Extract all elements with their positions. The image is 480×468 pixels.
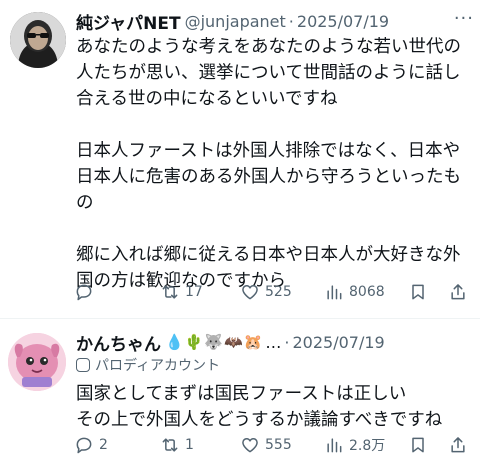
action-bar: 17 525 8068: [74, 280, 472, 304]
like-button[interactable]: 555: [240, 433, 292, 457]
repost-count: 1: [185, 437, 194, 453]
repost-icon: [162, 285, 178, 299]
reply-count: 2: [99, 437, 108, 453]
views-icon: [327, 438, 342, 453]
like-button[interactable]: 525: [240, 280, 292, 304]
share-icon: [451, 284, 465, 300]
tweet[interactable]: 純ジャパNET @junjapanet · 2025/07/19 ··· あなた…: [0, 0, 480, 318]
parody-mask-icon: [76, 358, 90, 372]
repost-button[interactable]: 17: [160, 280, 203, 304]
name-ellipsis: …: [265, 332, 282, 352]
separator: ·: [284, 332, 290, 352]
parody-label-text: パロディアカウント: [95, 358, 221, 374]
timestamp[interactable]: 2025/07/19: [292, 333, 384, 352]
repost-icon: [162, 438, 178, 452]
views-count: 8068: [349, 284, 385, 300]
separator: ·: [288, 11, 294, 31]
tweet-text: 国家としてまずは国民ファーストは正しい その上で外国人をどうするか議論すべきです…: [76, 384, 443, 430]
tweet-text: あなたのような考えをあなたのような若い世代の 人たちが思い、選挙について世間話の…: [76, 37, 461, 291]
views-count: 2.8万: [349, 438, 386, 454]
more-options-icon[interactable]: ···: [454, 8, 474, 29]
reply-icon: [76, 437, 92, 454]
display-name[interactable]: 純ジャパNET: [76, 10, 181, 33]
share-button[interactable]: [448, 280, 468, 304]
tweet[interactable]: かんちゃん 💧🌵🐺🦇🐹 … · 2025/07/19 パロディアカウント 国家と…: [0, 319, 480, 468]
avatar[interactable]: [8, 333, 66, 391]
bookmark-button[interactable]: [408, 433, 428, 457]
user-handle[interactable]: @junjapanet: [185, 12, 286, 31]
views-icon: [327, 285, 342, 300]
like-count: 525: [265, 284, 292, 300]
avatar[interactable]: [10, 12, 66, 68]
heart-icon: [242, 438, 258, 453]
timestamp[interactable]: 2025/07/19: [297, 12, 389, 31]
reply-icon: [76, 284, 92, 301]
repost-count: 17: [185, 284, 203, 300]
reply-button[interactable]: 2: [74, 433, 108, 457]
bookmark-button[interactable]: [408, 280, 428, 304]
name-emojis: 💧🌵🐺🦇🐹: [165, 333, 264, 351]
like-count: 555: [265, 437, 292, 453]
action-bar: 2 1 555 2.8万: [74, 433, 472, 457]
tweet-header: かんちゃん 💧🌵🐺🦇🐹 … · 2025/07/19: [76, 331, 472, 354]
share-icon: [451, 437, 465, 453]
tweet-header: 純ジャパNET @junjapanet · 2025/07/19: [76, 10, 472, 33]
parody-account-label: パロディアカウント: [76, 356, 220, 374]
repost-button[interactable]: 1: [160, 433, 194, 457]
display-name[interactable]: かんちゃん: [76, 331, 161, 354]
views-button[interactable]: 2.8万: [324, 433, 385, 457]
views-button[interactable]: 8068: [324, 280, 385, 304]
bookmark-icon: [412, 284, 424, 300]
reply-button[interactable]: [74, 280, 99, 304]
share-button[interactable]: [448, 433, 468, 457]
heart-icon: [242, 285, 258, 300]
bookmark-icon: [412, 437, 424, 453]
